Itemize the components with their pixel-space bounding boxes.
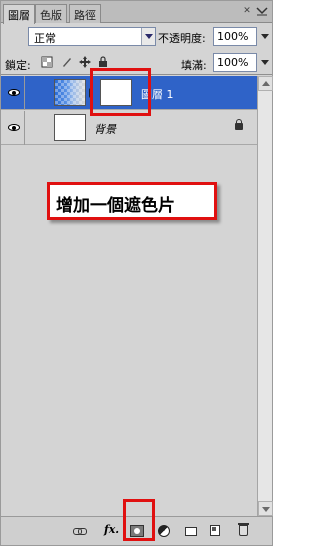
tab-paths[interactable]: 路徑 <box>69 4 101 23</box>
adjustment-layer-icon[interactable] <box>158 525 170 537</box>
delete-layer-icon[interactable] <box>238 523 249 536</box>
opacity-dropdown-icon[interactable] <box>260 32 269 42</box>
opacity-label: 不透明度: <box>158 32 206 45</box>
opacity-value: 100% <box>217 30 249 43</box>
fill-field[interactable]: 100% <box>213 53 257 72</box>
scroll-down-icon[interactable] <box>258 501 273 516</box>
visibility-eye-icon[interactable] <box>3 111 25 145</box>
lock-label: 鎖定: <box>5 59 31 72</box>
blend-mode-value: 正常 <box>34 32 56 45</box>
layer-thumbnail[interactable] <box>54 79 86 106</box>
add-mask-highlight-box <box>123 499 155 541</box>
panel-tab-bar: 圖層 色版 路徑 ✕ <box>1 1 272 24</box>
vertical-scrollbar[interactable] <box>257 76 273 516</box>
annotation-callout: 增加一個遮色片 <box>47 182 217 220</box>
layer-lock-icon <box>235 119 243 130</box>
lock-brush-icon[interactable] <box>61 56 73 68</box>
layers-list: 圖層 1 背景 <box>1 76 257 516</box>
visibility-eye-icon[interactable] <box>3 76 25 110</box>
fill-label: 填滿: <box>181 59 207 72</box>
layers-panel: 圖層 色版 路徑 ✕ 正常 不透明度: 100% 鎖定: 填滿: 100% 圖層… <box>0 0 273 546</box>
layer-thumbnail[interactable] <box>54 114 86 141</box>
lock-all-icon[interactable] <box>97 56 109 68</box>
layer-row-background[interactable]: 背景 <box>1 111 257 145</box>
fill-value: 100% <box>217 56 249 69</box>
fx-icon[interactable]: fx. <box>104 523 119 536</box>
tab-layers[interactable]: 圖層 <box>3 4 35 24</box>
link-layers-icon[interactable] <box>73 525 87 537</box>
chevron-down-icon[interactable] <box>141 28 155 45</box>
layer-name[interactable]: 背景 <box>94 121 116 137</box>
opacity-field[interactable]: 100% <box>213 27 257 46</box>
blend-mode-select[interactable]: 正常 <box>28 27 156 46</box>
tab-channels[interactable]: 色版 <box>35 4 67 23</box>
close-icon[interactable]: ✕ <box>242 6 252 16</box>
new-layer-icon[interactable] <box>210 525 220 536</box>
lock-transparency-icon[interactable] <box>41 56 53 68</box>
fill-dropdown-icon[interactable] <box>260 58 269 68</box>
mask-highlight-box <box>90 68 151 116</box>
scroll-up-icon[interactable] <box>258 76 273 91</box>
blend-mode-row: 正常 不透明度: 100% <box>1 24 272 50</box>
lock-move-icon[interactable] <box>79 56 91 68</box>
panel-menu-icon[interactable] <box>256 5 268 17</box>
new-group-icon[interactable] <box>185 527 197 536</box>
